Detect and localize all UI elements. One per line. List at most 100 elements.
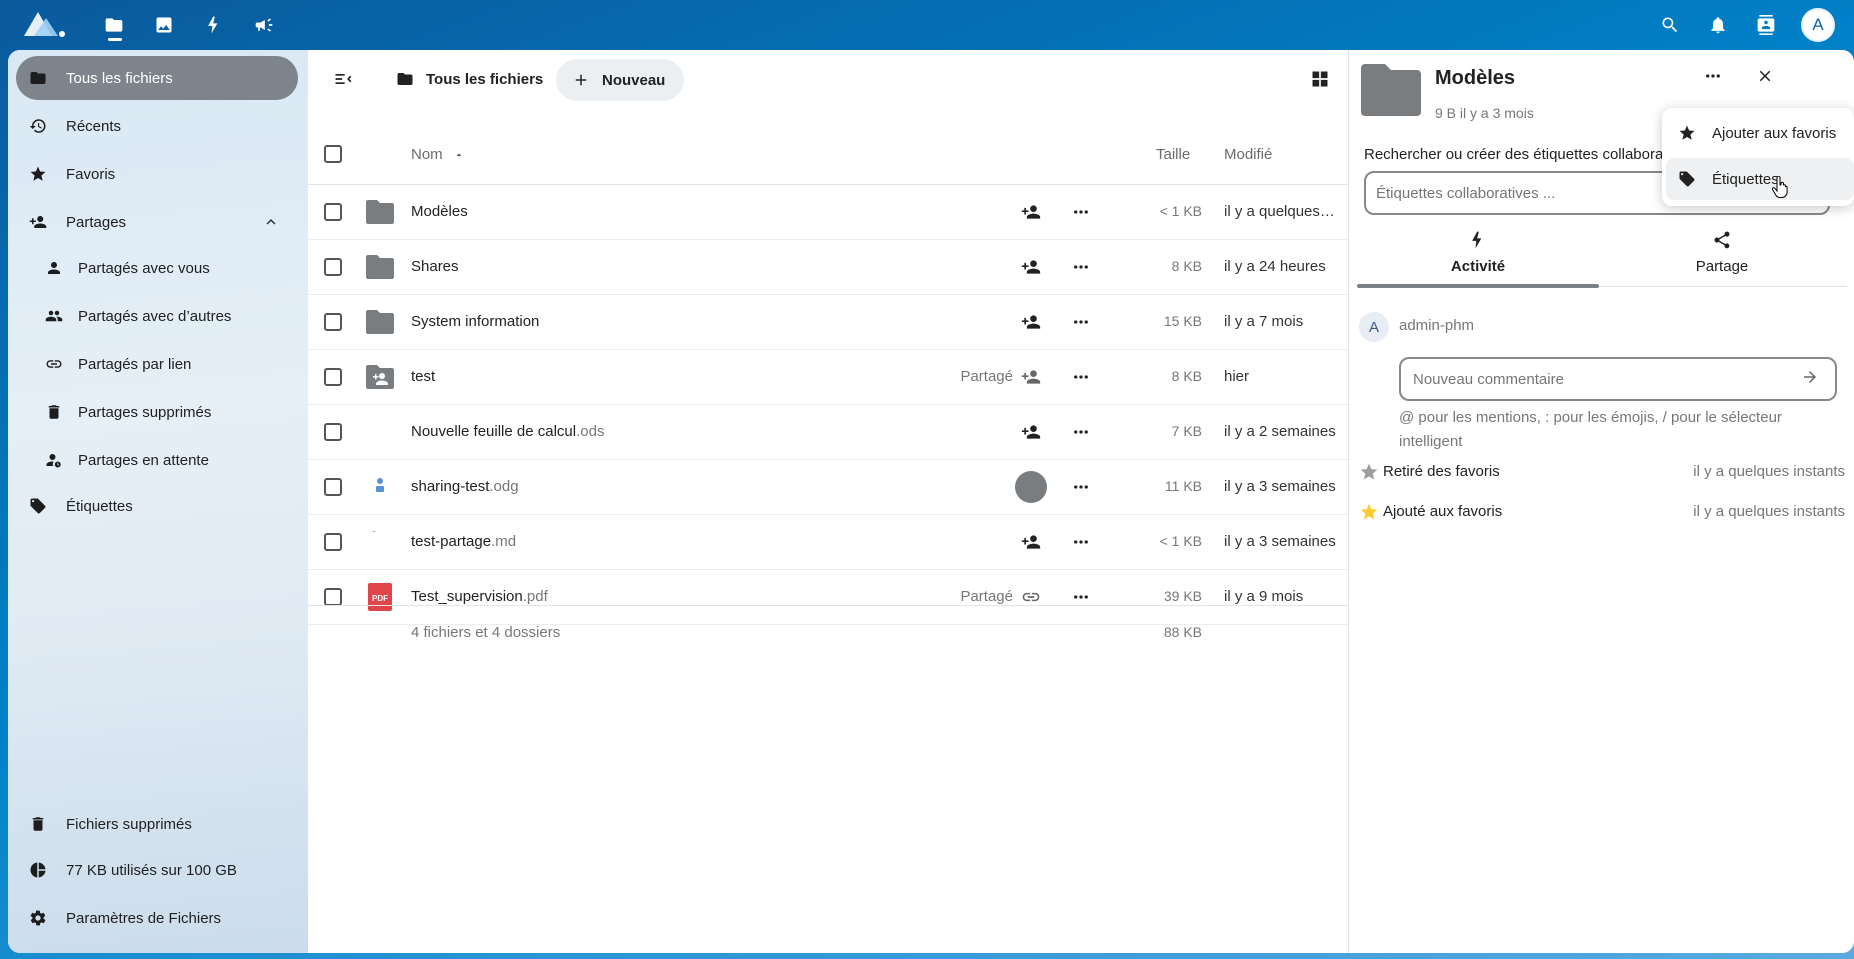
file-name[interactable]: Modèles <box>411 203 468 220</box>
more-actions-icon[interactable] <box>1064 305 1098 339</box>
file-name[interactable]: sharing-test.odg <box>411 478 519 495</box>
activity-event-time: il y a quelques instants <box>1693 463 1845 480</box>
nav-item-favorites[interactable]: Favoris <box>16 152 298 196</box>
file-name[interactable]: Shares <box>411 258 459 275</box>
row-checkbox[interactable] <box>324 313 342 331</box>
nav-item-tags[interactable]: Étiquettes <box>16 484 298 528</box>
file-size: 8 KB <box>1171 258 1202 274</box>
more-actions-icon[interactable] <box>1064 195 1098 229</box>
left-navigation: Tous les fichiers Récents Favoris Partag… <box>8 50 308 953</box>
table-row[interactable]: sharing-test.odg 11 KB il y a 3 semaines <box>308 460 1348 515</box>
select-all-checkbox[interactable] <box>324 145 342 163</box>
more-actions-icon[interactable] <box>1064 525 1098 559</box>
search-icon[interactable] <box>1652 7 1688 43</box>
close-icon[interactable] <box>1747 58 1783 94</box>
column-header-size[interactable]: Taille <box>1156 146 1190 163</box>
file-name[interactable]: Nouvelle feuille de calcul.ods <box>411 423 604 440</box>
files-toolbar: Tous les fichiers Nouveau <box>308 50 1348 110</box>
tab-activity[interactable]: Activité <box>1357 224 1599 284</box>
row-checkbox[interactable] <box>324 203 342 221</box>
folder-preview-icon <box>1359 60 1423 118</box>
nav-item-files-settings[interactable]: Paramètres de Fichiers <box>16 896 298 940</box>
table-row[interactable]: Nouvelle feuille de calcul.ods 7 KB il y… <box>308 405 1348 460</box>
breadcrumb-all-files[interactable]: Tous les fichiers <box>396 60 543 98</box>
share-user-icon[interactable] <box>1014 415 1048 449</box>
nav-item-shared-by-link[interactable]: Partagés par lien <box>32 342 298 386</box>
menu-item-add-favorite[interactable]: Ajouter aux favoris <box>1666 112 1854 154</box>
notifications-bell-icon[interactable] <box>1700 7 1736 43</box>
shared-label: Partagé <box>960 588 1013 605</box>
tab-sharing[interactable]: Partage <box>1601 224 1843 284</box>
link-icon <box>44 354 64 374</box>
owner-avatar[interactable] <box>1014 470 1048 504</box>
app-container: Tous les fichiers Récents Favoris Partag… <box>8 50 1854 953</box>
share-user-icon[interactable] <box>1014 525 1048 559</box>
file-name[interactable]: test <box>411 368 435 385</box>
share-user-icon[interactable] <box>1014 305 1048 339</box>
toggle-navigation-icon[interactable] <box>326 62 360 96</box>
folder-icon <box>362 304 398 340</box>
tags-label: Rechercher ou créer des étiquettes colla… <box>1364 146 1695 163</box>
more-actions-icon[interactable] <box>1064 360 1098 394</box>
nav-item-deleted-files[interactable]: Fichiers supprimés <box>16 802 298 846</box>
breadcrumb-label: Tous les fichiers <box>426 70 544 88</box>
menu-item-label: Ajouter aux favoris <box>1712 124 1837 142</box>
nav-item-label: Tous les fichiers <box>66 69 173 87</box>
column-header-name-label: Nom <box>411 146 443 163</box>
sidebar-title: Modèles <box>1435 67 1516 89</box>
nav-item-deleted-shares[interactable]: Partages supprimés <box>32 390 298 434</box>
nextcloud-logo-icon[interactable] <box>20 6 70 42</box>
table-row[interactable]: Modèles < 1 KB il y a quelques… <box>308 185 1348 240</box>
share-user-icon[interactable] <box>1014 195 1048 229</box>
trash-icon <box>44 402 64 422</box>
contacts-icon[interactable] <box>1748 7 1784 43</box>
nav-item-shares[interactable]: Partages <box>16 200 298 244</box>
row-checkbox[interactable] <box>324 258 342 276</box>
row-checkbox[interactable] <box>324 368 342 386</box>
more-actions-icon[interactable] <box>1064 250 1098 284</box>
active-tab-indicator <box>1357 284 1599 288</box>
file-list-panel: Tous les fichiers Nouveau Nom Taille Mod… <box>308 50 1348 953</box>
file-name[interactable]: System information <box>411 313 539 330</box>
nav-item-pending-shares[interactable]: Partages en attente <box>32 438 298 482</box>
file-modified: il y a 24 heures <box>1224 258 1326 275</box>
row-checkbox[interactable] <box>324 423 342 441</box>
nav-item-shared-with-others[interactable]: Partagés avec d’autres <box>32 294 298 338</box>
user-avatar[interactable]: A <box>1801 8 1835 42</box>
nav-item-shared-with-you[interactable]: Partagés avec vous <box>32 246 298 290</box>
more-actions-icon[interactable] <box>1064 470 1098 504</box>
share-user-icon[interactable] <box>1014 250 1048 284</box>
new-comment-input[interactable] <box>1399 357 1837 401</box>
activity-event: Ajouté aux favoris il y a quelques insta… <box>1359 500 1845 526</box>
nav-item-recent[interactable]: Récents <box>16 104 298 148</box>
new-button[interactable]: Nouveau <box>556 59 684 101</box>
top-header: A <box>0 0 1854 50</box>
tab-sharing-label: Partage <box>1695 258 1749 275</box>
file-name[interactable]: test-partage.md <box>411 533 516 550</box>
row-checkbox[interactable] <box>324 588 342 606</box>
more-actions-icon[interactable] <box>1064 415 1098 449</box>
table-row[interactable]: test-partage.md < 1 KB il y a 3 semaines <box>308 515 1348 570</box>
activity-app-icon[interactable] <box>196 7 232 43</box>
row-checkbox[interactable] <box>324 533 342 551</box>
share-user-icon[interactable] <box>1014 360 1048 394</box>
star-yellow-icon <box>1359 502 1379 522</box>
sidebar-more-actions-icon[interactable] <box>1695 58 1731 94</box>
menu-item-tags[interactable]: Étiquettes <box>1666 158 1854 200</box>
table-row[interactable]: System information 15 KB il y a 7 mois <box>308 295 1348 350</box>
announcements-app-icon[interactable] <box>246 7 282 43</box>
column-header-name[interactable]: Nom <box>411 146 465 163</box>
column-header-modified[interactable]: Modifié <box>1224 146 1272 163</box>
nav-item-label: Partagés par lien <box>78 355 192 373</box>
send-arrow-icon[interactable] <box>1801 368 1823 390</box>
table-row[interactable]: test Partagé 8 KB hier <box>308 350 1348 405</box>
grid-view-icon[interactable] <box>1303 62 1337 96</box>
photos-app-icon[interactable] <box>146 7 182 43</box>
file-name[interactable]: Test_supervision.pdf <box>411 588 548 605</box>
nav-item-all-files[interactable]: Tous les fichiers <box>16 56 298 100</box>
nav-item-label: Partages supprimés <box>78 403 212 421</box>
drawing-file-icon <box>362 469 398 505</box>
chevron-up-icon[interactable] <box>262 213 280 231</box>
row-checkbox[interactable] <box>324 478 342 496</box>
table-row[interactable]: Shares 8 KB il y a 24 heures <box>308 240 1348 295</box>
